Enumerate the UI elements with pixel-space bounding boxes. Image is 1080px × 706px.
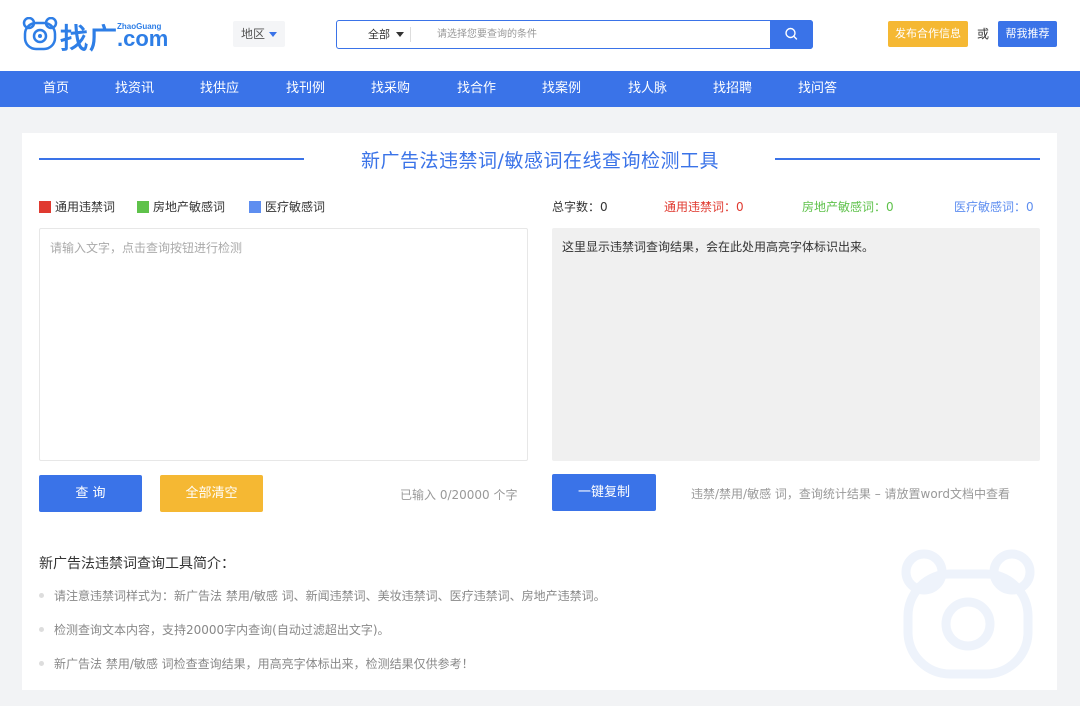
intro-title: 新广告法违禁词查询工具简介： (39, 556, 235, 572)
page-title: 新广告法违禁词/敏感词在线查询检测工具 (361, 150, 719, 172)
caret-down-icon (269, 32, 277, 37)
region-dropdown[interactable]: 地区 (233, 21, 285, 47)
bullet-icon (39, 661, 44, 666)
stat-total-label: 总字数： (552, 200, 601, 214)
nav-item-supply[interactable]: 找供应 (200, 71, 239, 107)
publish-cooperation-button[interactable]: 发布合作信息 (888, 21, 968, 47)
intro-item: 新广告法 禁用/敏感 词检查查询结果，用高亮字体标出来，检测结果仅供参考！ (39, 655, 474, 672)
nav-item-news[interactable]: 找资讯 (115, 71, 154, 107)
clear-all-button[interactable]: 全部清空 (160, 475, 263, 512)
bullet-icon (39, 627, 44, 632)
or-label: 或 (977, 27, 990, 41)
bear-logo-icon (22, 17, 58, 51)
region-label: 地区 (241, 27, 266, 41)
nav-item-cooperation[interactable]: 找合作 (457, 71, 496, 107)
stat-medical: 医疗敏感词：0 (954, 200, 1034, 214)
nav-item-home[interactable]: 首页 (43, 71, 69, 107)
stat-total-value: 0 (600, 200, 608, 214)
caret-down-icon (396, 32, 404, 37)
legend-swatch-medical (249, 201, 261, 213)
result-text: 这里显示违禁词查询结果，会在此处用高亮字体标识出来。 (562, 240, 875, 254)
logo-domain: .com (117, 26, 169, 51)
stat-medical-label: 医疗敏感词： (954, 200, 1027, 214)
stat-estate-value: 0 (886, 200, 894, 214)
nav-item-purchase[interactable]: 找采购 (371, 71, 410, 107)
stat-general-label: 通用违禁词： (664, 200, 737, 214)
result-panel: 这里显示违禁词查询结果，会在此处用高亮字体标识出来。 (552, 228, 1040, 461)
site-logo[interactable]: 找广 ZhaoGuang .com (22, 16, 172, 55)
main-nav: 首页 找资讯 找供应 找刊例 找采购 找合作 找案例 找人脉 找招聘 找问答 (0, 71, 1080, 107)
legend-label: 房地产敏感词 (153, 200, 226, 214)
stat-estate: 房地产敏感词：0 (802, 200, 894, 214)
intro-item-text: 请注意违禁词样式为：新广告法 禁用/敏感 词、新闻违禁词、美妆违禁词、医疗违禁词… (54, 589, 606, 603)
result-hint: 违禁/禁用/敏感 词，查询统计结果 – 请放置word文档中查看 (691, 487, 1011, 501)
intro-item-text: 检测查询文本内容，支持20000字内查询(自动过滤超出文字)。 (54, 623, 390, 637)
bullet-icon (39, 593, 44, 598)
nav-item-contacts[interactable]: 找人脉 (628, 71, 667, 107)
intro-item: 请注意违禁词样式为：新广告法 禁用/敏感 词、新闻违禁词、美妆违禁词、医疗违禁词… (39, 587, 606, 604)
stat-total: 总字数：0 (552, 200, 608, 214)
intro-item-text: 新广告法 禁用/敏感 词检查查询结果，用高亮字体标出来，检测结果仅供参考！ (54, 657, 474, 671)
search-bar: 全部 (336, 20, 813, 49)
top-bar: 找广 ZhaoGuang .com 地区 全部 发布合作信息 或 帮我推荐 (0, 0, 1080, 71)
recommend-button[interactable]: 帮我推荐 (998, 21, 1057, 47)
search-scope-label: 全部 (368, 28, 390, 41)
search-divider (410, 27, 411, 42)
legend-label: 医疗敏感词 (265, 200, 326, 214)
logo-text: 找广 (60, 22, 119, 55)
legend-swatch-estate (137, 201, 149, 213)
stat-general-value: 0 (736, 200, 744, 214)
search-button[interactable] (770, 20, 813, 49)
text-input[interactable] (39, 228, 528, 461)
legend-swatch-general (39, 201, 51, 213)
query-button[interactable]: 查 询 (39, 475, 142, 512)
stat-general: 通用违禁词：0 (664, 200, 744, 214)
bear-watermark-icon (901, 549, 1035, 679)
intro-item: 检测查询文本内容，支持20000字内查询(自动过滤超出文字)。 (39, 621, 390, 638)
search-scope-select[interactable]: 全部 (337, 21, 411, 48)
nav-item-qa[interactable]: 找问答 (798, 71, 837, 107)
stat-estate-label: 房地产敏感词： (802, 200, 887, 214)
char-counter: 已输入 0/20000 个字 (400, 488, 518, 502)
nav-item-cases[interactable]: 找案例 (542, 71, 581, 107)
legend-label: 通用违禁词 (55, 200, 116, 214)
nav-item-jobs[interactable]: 找招聘 (713, 71, 752, 107)
search-icon (785, 27, 798, 40)
nav-item-rates[interactable]: 找刊例 (286, 71, 325, 107)
search-input[interactable] (437, 24, 767, 45)
copy-button[interactable]: 一键复制 (552, 474, 656, 511)
stat-medical-value: 0 (1026, 200, 1034, 214)
